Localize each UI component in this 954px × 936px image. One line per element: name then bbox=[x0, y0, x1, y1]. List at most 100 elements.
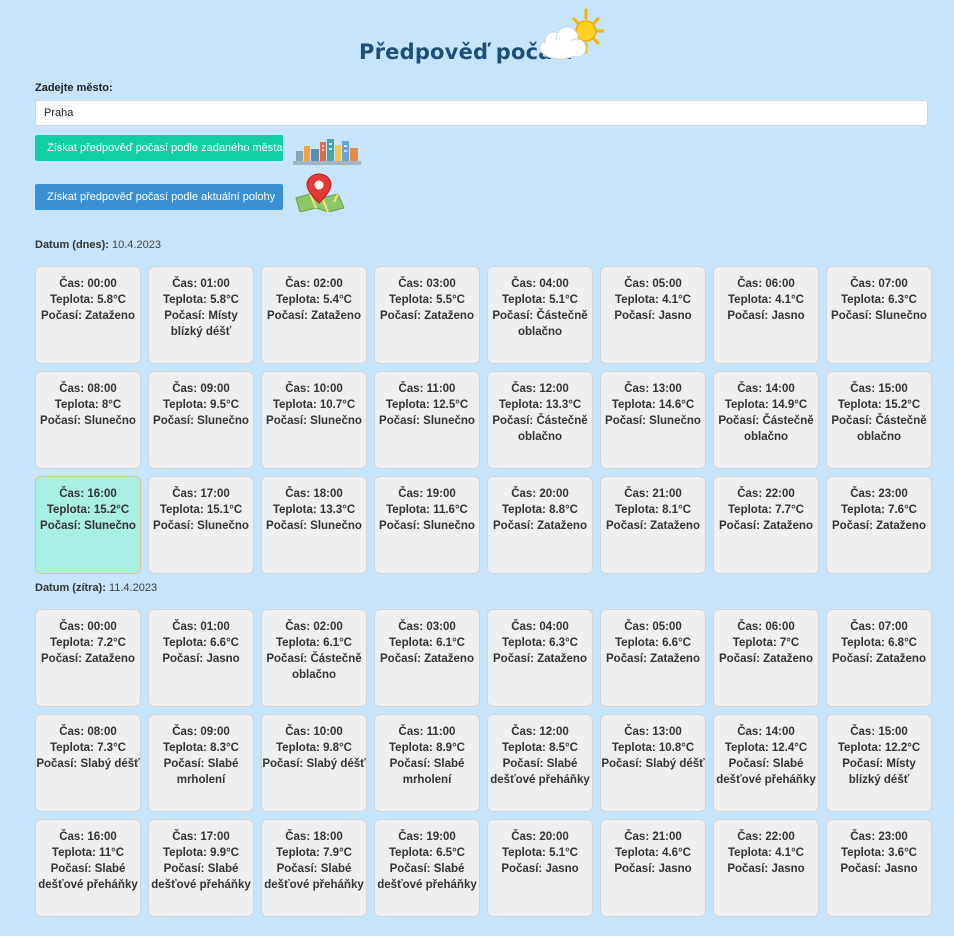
hour-weather-value: Zataženo bbox=[876, 653, 926, 665]
hour-card: Čas: 20:00 Teplota: 8.8°C Počasí: Zataženo bbox=[487, 476, 593, 574]
hour-time-label: Čas: bbox=[737, 383, 763, 395]
hour-weather-value: Slunečno bbox=[875, 310, 927, 322]
hour-card: Čas: 16:00 Teplota: 11°C Počasí: Slabé deš… bbox=[35, 819, 141, 917]
sun-cloud-icon bbox=[539, 8, 605, 60]
hour-temp-value: 14.9°C bbox=[771, 399, 808, 411]
hour-card: Čas: 02:00 Teplota: 5.4°C Počasí: Zataženo bbox=[261, 266, 367, 364]
hour-temp-label: Teplota: bbox=[615, 294, 659, 306]
hour-weather-label: Počasí: bbox=[728, 758, 770, 770]
hour-time-value: 00:00 bbox=[87, 621, 117, 633]
hour-time: Čas: 19:00 bbox=[375, 486, 479, 502]
hour-weather-value: Zataženo bbox=[650, 653, 700, 665]
hour-temp-value: 9.5°C bbox=[210, 399, 239, 411]
hour-time-label: Čas: bbox=[737, 488, 763, 500]
hour-temp-label: Teplota: bbox=[841, 637, 885, 649]
hour-temp-value: 7.3°C bbox=[97, 742, 126, 754]
hour-time: Čas: 20:00 bbox=[488, 486, 592, 502]
hour-time: Čas: 11:00 bbox=[375, 724, 479, 740]
hour-weather: Počasí: Slunečno bbox=[262, 518, 366, 534]
hour-temp-label: Teplota: bbox=[611, 399, 656, 411]
hour-time-label: Čas: bbox=[172, 831, 198, 843]
hour-weather-label: Počasí: bbox=[719, 653, 760, 665]
hour-weather-value: Slabý déšť bbox=[80, 758, 140, 770]
hour-time: Čas: 03:00 bbox=[375, 619, 479, 635]
hour-time: Čas: 07:00 bbox=[827, 276, 931, 292]
forecast-grid-tomorrow: Čas: 00:00 Teplota: 7.2°C Počasí: Zataženo… bbox=[35, 609, 932, 917]
hour-card: Čas: 18:00 Teplota: 7.9°C Počasí: Slabé de… bbox=[261, 819, 367, 917]
hour-time-value: 21:00 bbox=[652, 488, 682, 500]
hour-card: Čas: 11:00 Teplota: 12.5°C Počasí: Slunečn… bbox=[374, 371, 480, 469]
hour-weather: Počasí: Zataženo bbox=[714, 651, 818, 667]
hour-time-label: Čas: bbox=[59, 278, 85, 290]
hour-time-value: 03:00 bbox=[426, 278, 456, 290]
hour-time-value: 06:00 bbox=[765, 278, 795, 290]
city-label: Zadejte město: bbox=[35, 82, 113, 94]
hour-time: Čas: 13:00 bbox=[601, 724, 705, 740]
hour-weather-value: Zataženo bbox=[763, 520, 813, 532]
hour-time-label: Čas: bbox=[398, 621, 424, 633]
hour-temp-value: 13.3°C bbox=[545, 399, 582, 411]
hour-weather: Počasí: Částečně oblačno bbox=[488, 308, 592, 340]
hour-weather-label: Počasí: bbox=[832, 520, 873, 532]
hour-card: Čas: 17:00 Teplota: 9.9°C Počasí: Slabé de… bbox=[148, 819, 254, 917]
hour-card: Čas: 08:00 Teplota: 8°C Počasí: Slunečno bbox=[35, 371, 141, 469]
hour-temp: Teplota: 6.8°C bbox=[827, 635, 931, 651]
hour-time: Čas: 10:00 bbox=[262, 724, 366, 740]
hour-weather-label: Počasí: bbox=[41, 310, 82, 322]
hour-time: Čas: 08:00 bbox=[36, 724, 140, 740]
get-forecast-by-city-button[interactable]: Získat předpověď počasí podle zadaného m… bbox=[35, 135, 283, 161]
hour-temp-value: 7.9°C bbox=[323, 847, 352, 859]
hour-temp-label: Teplota: bbox=[502, 847, 546, 859]
hour-time-value: 18:00 bbox=[313, 831, 343, 843]
hour-time-value: 06:00 bbox=[765, 621, 795, 633]
get-forecast-by-location-button[interactable]: Získat předpověď počasí podle aktuální p… bbox=[35, 184, 283, 210]
hour-card: Čas: 02:00 Teplota: 6.1°C Počasí: Částečně… bbox=[261, 609, 367, 707]
city-input[interactable] bbox=[35, 100, 928, 126]
hour-card: Čas: 15:00 Teplota: 12.2°C Počasí: Místy b… bbox=[826, 714, 932, 812]
city-icon bbox=[293, 139, 361, 165]
hour-temp-value: 5.4°C bbox=[323, 294, 352, 306]
hour-time-label: Čas: bbox=[285, 726, 311, 738]
hour-time: Čas: 19:00 bbox=[375, 829, 479, 845]
hour-temp: Teplota: 8.9°C bbox=[375, 740, 479, 756]
hour-temp-value: 8.5°C bbox=[549, 742, 578, 754]
hour-weather-label: Počasí: bbox=[40, 520, 81, 532]
hour-temp-label: Teplota: bbox=[276, 847, 320, 859]
hour-temp-label: Teplota: bbox=[502, 504, 546, 516]
hour-temp-label: Teplota: bbox=[276, 637, 320, 649]
hour-card: Čas: 17:00 Teplota: 15.1°C Počasí: Slunečn… bbox=[148, 476, 254, 574]
hour-time: Čas: 12:00 bbox=[488, 381, 592, 397]
hour-temp-value: 7°C bbox=[779, 637, 800, 649]
hour-weather-label: Počasí: bbox=[266, 520, 307, 532]
hour-time-value: 07:00 bbox=[878, 621, 908, 633]
hour-temp: Teplota: 9.8°C bbox=[262, 740, 366, 756]
hour-temp: Teplota: 12.4°C bbox=[714, 740, 818, 756]
hour-weather-label: Počasí: bbox=[493, 520, 534, 532]
hour-card: Čas: 10:00 Teplota: 9.8°C Počasí: Slabý dé… bbox=[261, 714, 367, 812]
hour-time-label: Čas: bbox=[624, 831, 650, 843]
hour-card: Čas: 05:00 Teplota: 4.1°C Počasí: Jasno bbox=[600, 266, 706, 364]
hour-weather: Počasí: Zataženo bbox=[488, 651, 592, 667]
hour-weather: Počasí: Zataženo bbox=[601, 651, 705, 667]
hour-time-value: 18:00 bbox=[313, 488, 343, 500]
hour-time: Čas: 00:00 bbox=[36, 619, 140, 635]
hour-time-label: Čas: bbox=[172, 621, 198, 633]
hour-temp-label: Teplota: bbox=[502, 294, 546, 306]
hour-time-label: Čas: bbox=[172, 383, 198, 395]
hour-temp-label: Teplota: bbox=[50, 294, 94, 306]
hour-weather-value: Slunečno bbox=[423, 415, 475, 427]
hour-time: Čas: 22:00 bbox=[714, 486, 818, 502]
hour-weather-label: Počasí: bbox=[164, 310, 206, 322]
hour-time: Čas: 13:00 bbox=[601, 381, 705, 397]
hour-card: Čas: 21:00 Teplota: 8.1°C Počasí: Zataženo bbox=[600, 476, 706, 574]
hour-temp: Teplota: 6.1°C bbox=[375, 635, 479, 651]
hour-time-value: 14:00 bbox=[765, 383, 795, 395]
hour-weather: Počasí: Zataženo bbox=[714, 518, 818, 534]
hour-time-label: Čas: bbox=[285, 831, 311, 843]
hour-time-value: 12:00 bbox=[539, 726, 569, 738]
hour-time-value: 13:00 bbox=[652, 726, 682, 738]
hour-time-value: 13:00 bbox=[652, 383, 682, 395]
hour-temp: Teplota: 7.2°C bbox=[36, 635, 140, 651]
hour-time-label: Čas: bbox=[398, 831, 424, 843]
hour-temp: Teplota: 7.9°C bbox=[262, 845, 366, 861]
